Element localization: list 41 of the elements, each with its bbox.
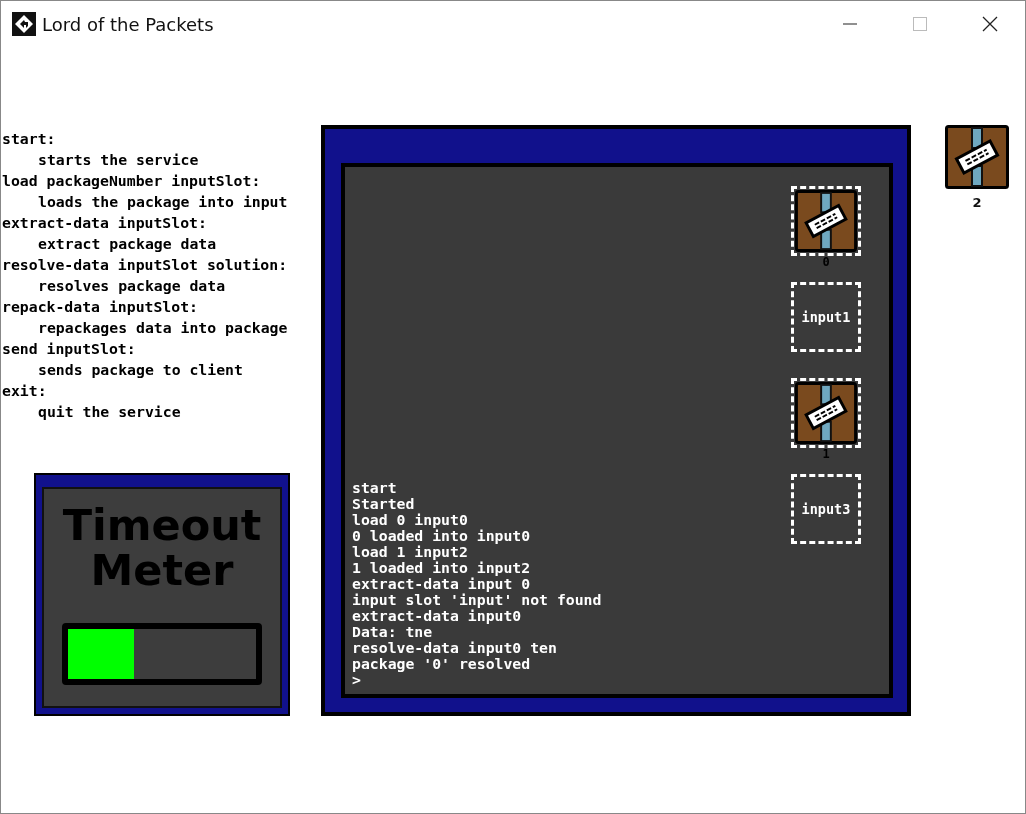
console-line: package '0' resolved xyxy=(352,656,532,672)
command-description: sends package to client xyxy=(37,360,244,380)
command-syntax: extract-data inputSlot: xyxy=(1,213,208,233)
console-line: Data: tne xyxy=(352,624,434,640)
input-slot[interactable]: input1 xyxy=(791,282,861,352)
window-title: Lord of the Packets xyxy=(42,13,215,35)
package-number: 1 xyxy=(822,448,830,461)
console-line: input slot 'input' not found xyxy=(352,592,603,608)
package-number: 2 xyxy=(972,195,982,210)
close-icon xyxy=(982,16,998,32)
console-prompt[interactable]: > xyxy=(352,672,789,688)
console-line: start xyxy=(352,480,398,496)
command-description: loads the package into input xyxy=(37,192,289,212)
package-icon[interactable] xyxy=(945,125,1009,189)
command-description: starts the service xyxy=(37,150,200,170)
minimize-icon xyxy=(843,23,857,25)
console-line: 0 loaded into input0 xyxy=(352,528,532,544)
console-line: load 0 input0 xyxy=(352,512,469,528)
command-syntax: send inputSlot: xyxy=(1,339,137,359)
app-logo-icon xyxy=(12,12,36,36)
console-line: Started xyxy=(352,496,415,512)
command-syntax: load packageNumber inputSlot: xyxy=(1,171,262,191)
console-line: resolve-data input0 ten xyxy=(352,640,558,656)
maximize-icon xyxy=(913,17,927,31)
console-line: 1 loaded into input2 xyxy=(352,560,532,576)
console-line: extract-data input 0 xyxy=(352,576,532,592)
console-line: extract-data input0 xyxy=(352,608,523,624)
command-description: resolves package data xyxy=(37,276,227,296)
console-line: load 1 input2 xyxy=(352,544,469,560)
slot-name: input1 xyxy=(801,309,851,325)
input-slot[interactable]: input3 xyxy=(791,474,861,544)
command-syntax: exit: xyxy=(1,381,48,401)
command-description: quit the service xyxy=(37,402,182,422)
slot-name: input3 xyxy=(801,501,851,517)
meter-title: Timeout Meter xyxy=(62,503,262,593)
command-description: repackages data into package xyxy=(37,318,289,338)
command-description: extract package data xyxy=(37,234,218,254)
package-number: 0 xyxy=(822,256,830,269)
command-syntax: repack-data inputSlot: xyxy=(1,297,199,317)
command-syntax: resolve-data inputSlot solution: xyxy=(1,255,289,275)
command-syntax: start: xyxy=(1,129,57,149)
